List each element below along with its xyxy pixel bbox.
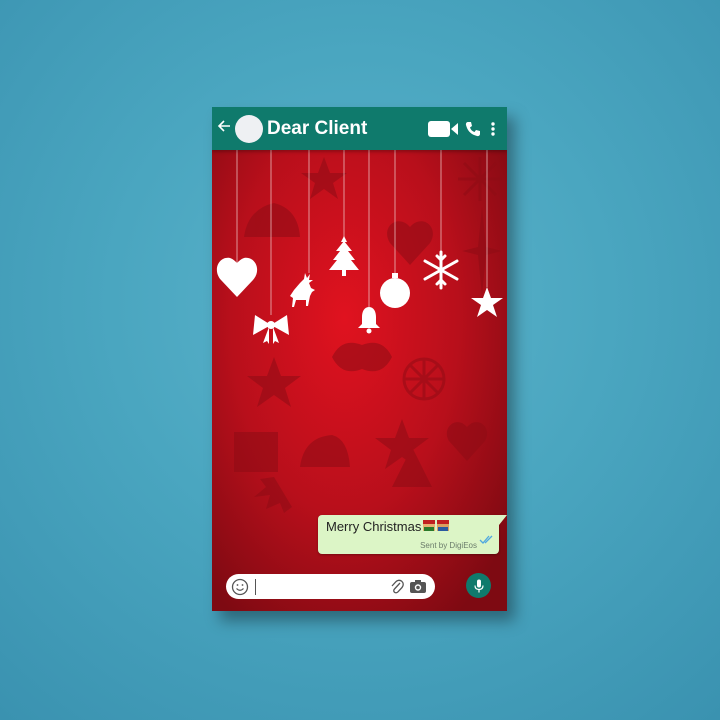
message-bubble[interactable]: Merry Christmas Sent by DigiEos xyxy=(318,515,507,554)
attach-icon[interactable] xyxy=(390,579,404,595)
message-text: Merry Christmas xyxy=(326,519,422,534)
camera-icon[interactable] xyxy=(409,579,427,594)
avatar[interactable] xyxy=(235,114,263,143)
message-composer xyxy=(226,574,435,599)
mic-icon xyxy=(473,579,484,593)
video-call-icon[interactable] xyxy=(428,120,459,138)
more-options-icon[interactable] xyxy=(491,121,495,136)
double-check-icon xyxy=(479,532,495,550)
text-caret xyxy=(255,578,256,595)
chat-header: Dear Client xyxy=(212,107,507,150)
message-signature: Sent by DigiEos xyxy=(420,541,477,550)
christmas-characters-emoji xyxy=(422,518,450,537)
emoji-icon[interactable] xyxy=(231,578,249,596)
back-arrow-icon[interactable] xyxy=(217,119,237,138)
contact-name[interactable]: Dear Client xyxy=(267,118,428,140)
mic-button[interactable] xyxy=(466,573,491,598)
bubble-tail xyxy=(499,515,507,525)
message-input[interactable] xyxy=(258,576,390,597)
phone-icon[interactable] xyxy=(465,121,481,137)
phone-screen: Dear Client Merry Christmas Sent by Digi… xyxy=(212,107,507,611)
